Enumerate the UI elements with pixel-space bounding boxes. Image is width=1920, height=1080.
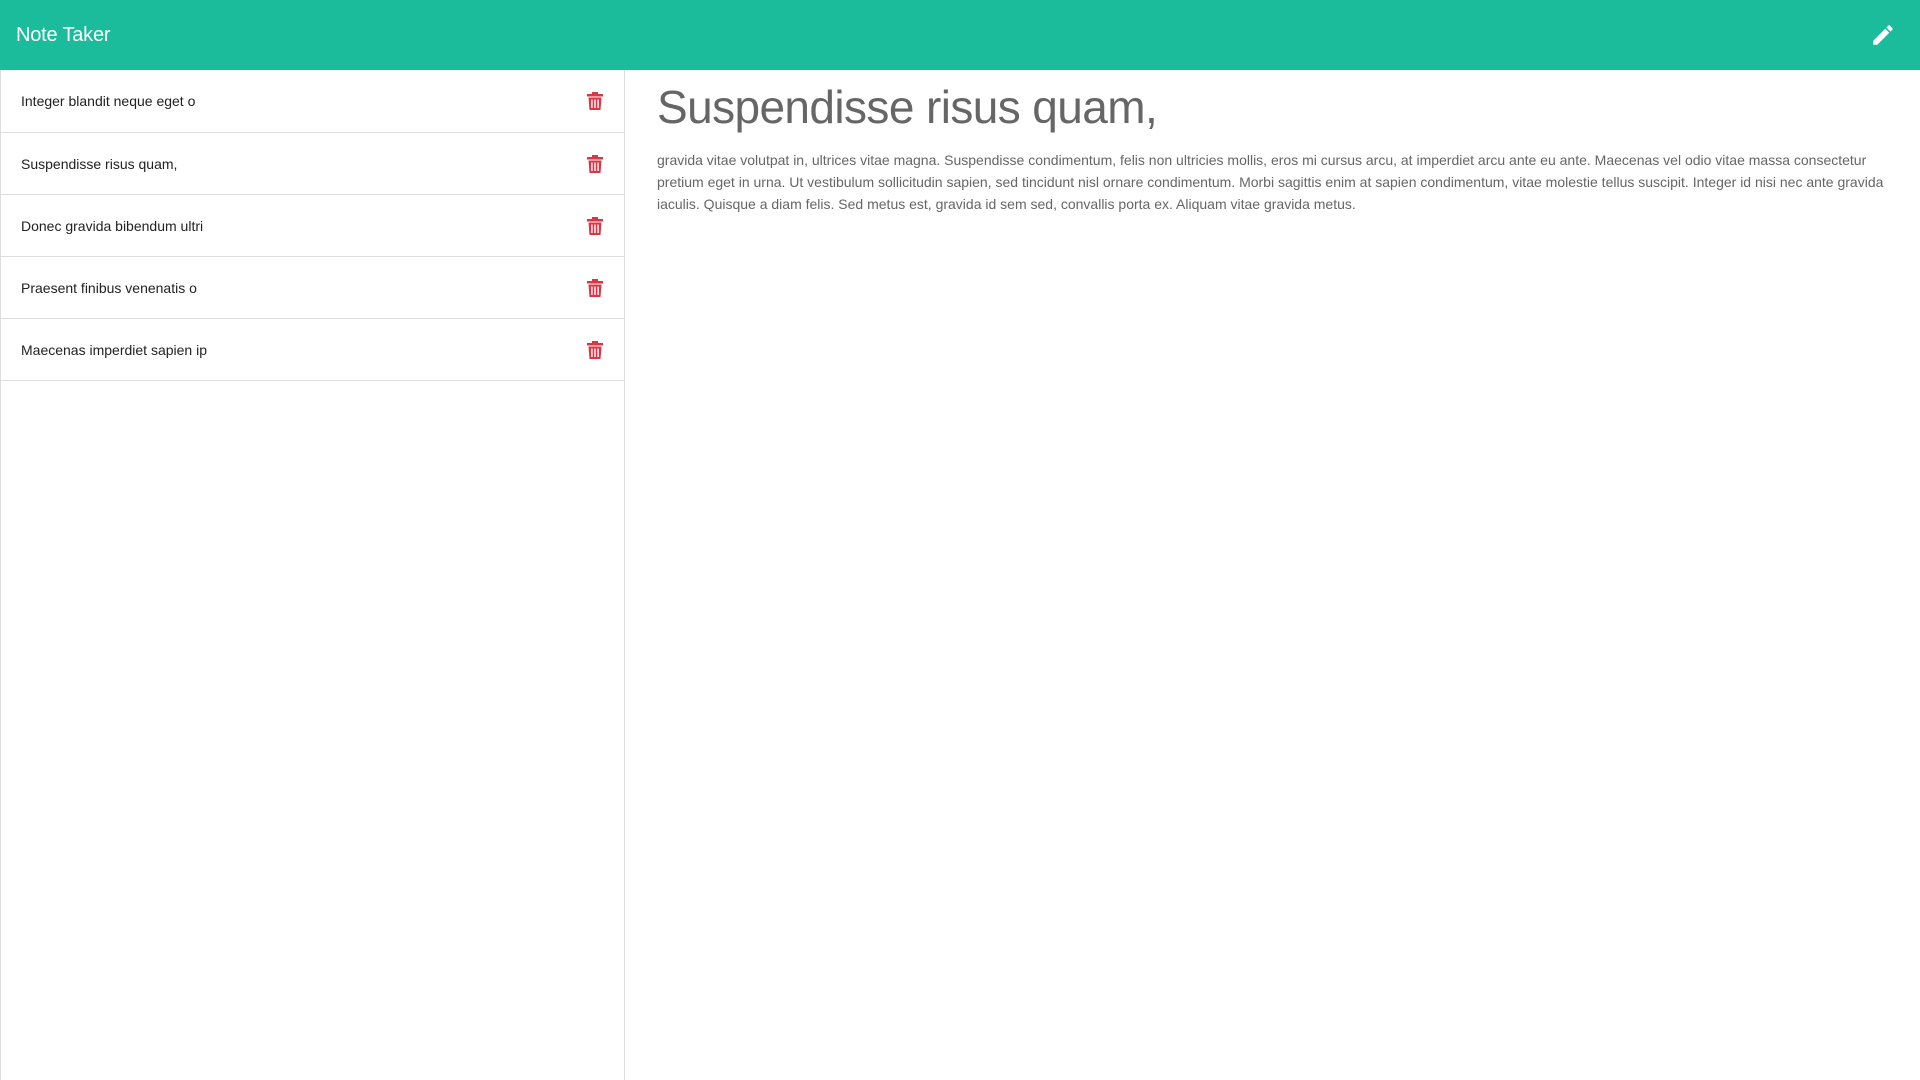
note-content-pane: Suspendisse risus quam, gravida vitae vo…	[625, 70, 1920, 1080]
trash-icon	[587, 216, 603, 235]
delete-note-button[interactable]	[586, 278, 604, 298]
note-item-title: Donec gravida bibendum ultri	[21, 217, 204, 234]
note-item-title: Maecenas imperdiet sapien ip	[21, 341, 207, 358]
navbar: Note Taker	[0, 0, 1920, 70]
trash-icon	[587, 340, 603, 359]
note-list-item[interactable]: Maecenas imperdiet sapien ip	[1, 319, 624, 381]
delete-note-button[interactable]	[586, 154, 604, 174]
trash-icon	[587, 92, 603, 110]
notes-sidebar: Integer blandit neque eget o Suspendisse…	[0, 70, 625, 1080]
note-list: Integer blandit neque eget o Suspendisse…	[1, 70, 624, 381]
pencil-icon	[1873, 25, 1893, 45]
note-title-input[interactable]: Suspendisse risus quam,	[657, 80, 1900, 135]
note-item-title: Integer blandit neque eget o	[21, 93, 196, 109]
note-text-area[interactable]: gravida vitae volutpat in, ultrices vita…	[657, 149, 1900, 215]
note-list-item[interactable]: Donec gravida bibendum ultri	[1, 195, 624, 257]
note-item-title: Suspendisse risus quam,	[21, 155, 178, 172]
app-title[interactable]: Note Taker	[16, 24, 111, 47]
delete-note-button[interactable]	[586, 91, 604, 111]
note-list-item[interactable]: Suspendisse risus quam,	[1, 133, 624, 195]
note-item-title: Praesent finibus venenatis o	[21, 279, 197, 296]
note-list-item[interactable]: Praesent finibus venenatis o	[1, 257, 624, 319]
delete-note-button[interactable]	[586, 216, 604, 236]
trash-icon	[587, 154, 603, 173]
new-note-button[interactable]	[1866, 18, 1900, 52]
note-list-item[interactable]: Integer blandit neque eget o	[1, 70, 624, 133]
delete-note-button[interactable]	[586, 340, 604, 360]
trash-icon	[587, 278, 603, 297]
